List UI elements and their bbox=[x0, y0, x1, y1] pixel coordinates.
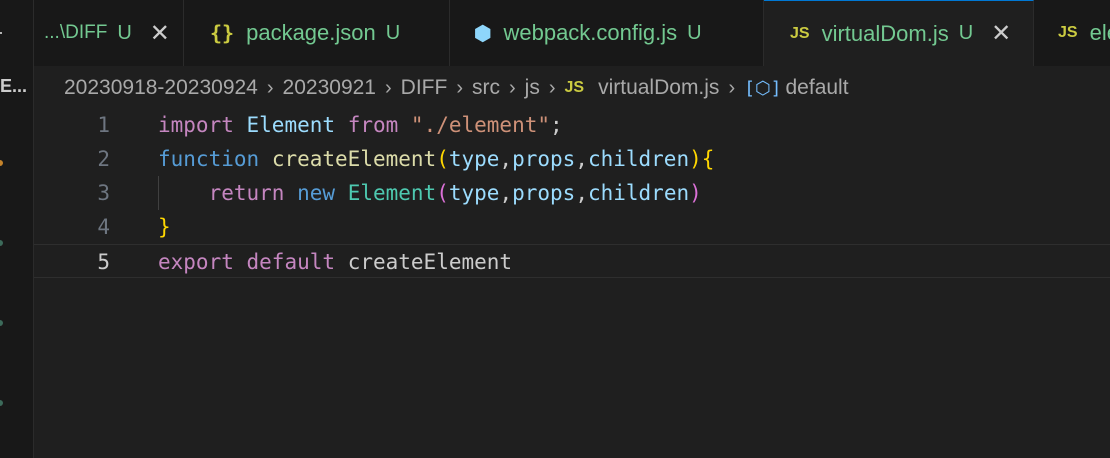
chevron-right-icon: › bbox=[728, 76, 736, 99]
code-token: props bbox=[512, 147, 576, 171]
tab-element-js[interactable]: JS ele bbox=[1034, 0, 1110, 66]
sidebar-explorer-label[interactable]: E... bbox=[0, 76, 27, 97]
code-token: ) bbox=[689, 181, 702, 205]
tab-diff[interactable]: ...\DIFF U ✕ bbox=[34, 0, 184, 66]
code-token: return bbox=[208, 181, 285, 205]
close-icon[interactable]: ✕ bbox=[991, 19, 1011, 48]
tab-virtualdom-js[interactable]: JS virtualDom.js U ✕ bbox=[764, 0, 1034, 66]
breadcrumb-item[interactable]: 20230918-20230924 bbox=[64, 76, 258, 100]
code-token: , bbox=[575, 181, 588, 205]
code-text[interactable]: export default createElement bbox=[158, 245, 512, 279]
js-file-icon: JS bbox=[564, 79, 585, 96]
sidebar-dot-marker: · bbox=[0, 22, 4, 43]
code-line-current[interactable]: 5 export default createElement bbox=[34, 244, 1110, 278]
code-text[interactable]: } bbox=[158, 210, 171, 244]
code-editor[interactable]: 1 import Element from "./element"; 2 fun… bbox=[34, 108, 1110, 458]
code-token: ) bbox=[689, 147, 702, 171]
code-text[interactable]: import Element from "./element"; bbox=[158, 108, 563, 142]
breadcrumb-item[interactable]: js bbox=[525, 76, 540, 100]
editor-tab-bar: ...\DIFF U ✕ {} package.json U ⬢ webpack… bbox=[34, 0, 1110, 66]
code-token: { bbox=[701, 147, 715, 171]
tab-label: webpack.config.js bbox=[503, 20, 678, 45]
chevron-right-icon: › bbox=[384, 76, 392, 99]
sidebar-indicator-dot bbox=[0, 240, 3, 246]
code-token: function bbox=[158, 147, 260, 171]
code-text[interactable]: return new Element(type,props,children) bbox=[158, 176, 702, 210]
close-icon[interactable]: ✕ bbox=[150, 19, 170, 48]
activity-sidebar: · E... bbox=[0, 0, 34, 458]
code-token: Element bbox=[347, 181, 437, 205]
tab-label: virtualDom.js bbox=[821, 20, 949, 46]
tab-webpack-config[interactable]: ⬢ webpack.config.js U bbox=[450, 0, 764, 66]
code-token: , bbox=[575, 147, 588, 171]
code-line[interactable]: 1 import Element from "./element"; bbox=[34, 108, 1110, 142]
breadcrumb-item[interactable]: src bbox=[472, 76, 500, 100]
code-token: } bbox=[158, 215, 171, 239]
code-token: import bbox=[158, 113, 234, 137]
code-line[interactable]: 4 } bbox=[34, 210, 1110, 244]
code-token: "./element" bbox=[410, 113, 550, 137]
breadcrumb: 20230918-20230924 › 20230921 › DIFF › sr… bbox=[34, 70, 1110, 106]
tab-label: package.json bbox=[246, 20, 376, 45]
code-text[interactable]: function createElement(type,props,childr… bbox=[158, 142, 714, 176]
json-braces-icon: {} bbox=[210, 21, 235, 45]
code-token: type bbox=[448, 181, 500, 205]
code-token: createElement bbox=[271, 147, 437, 171]
code-token: export bbox=[158, 250, 234, 274]
line-number: 3 bbox=[97, 181, 110, 205]
code-token: ( bbox=[436, 181, 449, 205]
chevron-right-icon: › bbox=[548, 76, 556, 99]
code-token: from bbox=[347, 113, 399, 137]
breadcrumb-item[interactable]: default bbox=[786, 76, 849, 100]
tab-status-badge: U bbox=[687, 21, 702, 44]
js-file-icon: JS bbox=[1058, 24, 1078, 41]
breadcrumb-item[interactable]: 20230921 bbox=[283, 76, 376, 100]
tab-status-badge: U bbox=[117, 21, 132, 44]
sidebar-indicator-dot bbox=[0, 160, 3, 166]
line-number: 1 bbox=[97, 113, 110, 137]
tab-package-json[interactable]: {} package.json U bbox=[184, 0, 450, 66]
tab-label: ...\DIFF bbox=[44, 22, 108, 43]
chevron-right-icon: › bbox=[508, 76, 516, 99]
code-token: , bbox=[499, 147, 513, 171]
symbol-variable-icon: [⬡] bbox=[744, 77, 782, 99]
code-token: type bbox=[448, 147, 500, 171]
code-token: new bbox=[297, 181, 336, 205]
chevron-right-icon: › bbox=[266, 76, 274, 99]
code-token: Element bbox=[246, 113, 336, 137]
line-number: 5 bbox=[97, 250, 110, 274]
code-line[interactable]: 2 function createElement(type,props,chil… bbox=[34, 142, 1110, 176]
code-token: props bbox=[512, 181, 576, 205]
sidebar-indicator-dot bbox=[0, 320, 3, 326]
code-token: default bbox=[246, 250, 336, 274]
code-token: ; bbox=[550, 113, 563, 137]
line-number: 4 bbox=[97, 215, 110, 239]
chevron-right-icon: › bbox=[456, 76, 463, 99]
breadcrumb-item[interactable]: DIFF bbox=[401, 76, 448, 100]
indent-guide bbox=[158, 176, 159, 210]
line-number: 2 bbox=[97, 147, 110, 171]
code-token: children bbox=[587, 181, 690, 205]
code-token: ( bbox=[436, 147, 449, 171]
sidebar-indicator-dot bbox=[0, 400, 3, 406]
code-line[interactable]: 3 return new Element(type,props,children… bbox=[34, 176, 1110, 210]
tab-status-badge: U bbox=[958, 22, 974, 44]
breadcrumb-item[interactable]: virtualDom.js bbox=[598, 76, 719, 100]
js-file-icon: JS bbox=[790, 24, 810, 42]
code-token: createElement bbox=[347, 250, 513, 274]
webpack-cube-icon: ⬢ bbox=[474, 22, 492, 45]
code-token: , bbox=[499, 181, 513, 205]
tab-status-badge: U bbox=[385, 21, 401, 44]
code-token: children bbox=[587, 147, 690, 171]
tab-label: ele bbox=[1089, 20, 1110, 45]
